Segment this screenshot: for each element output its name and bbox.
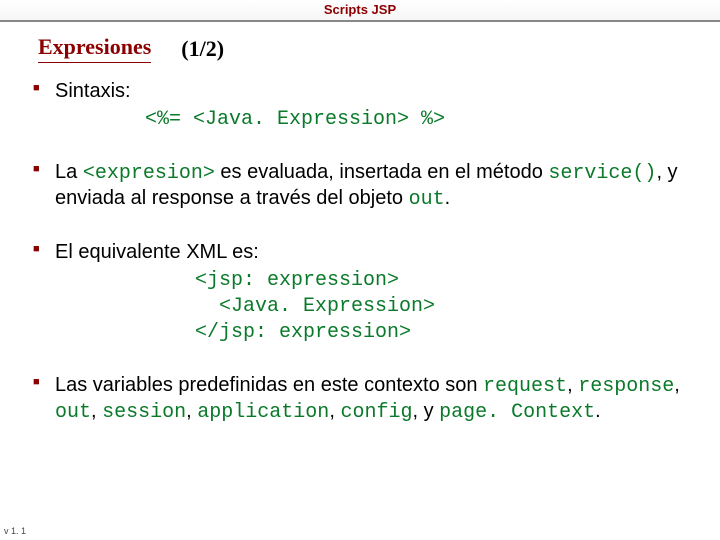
syntax-code: <%= <Java. Expression> %>	[145, 108, 445, 131]
bullet-xml: El equivalente XML es: <jsp: expression>…	[55, 240, 690, 345]
content-area: Sintaxis: <%= <Java. Expression> %> La <…	[0, 69, 720, 425]
slide-title: Expresiones	[38, 34, 151, 63]
bullet-eval-text: La <expresion> es evaluada, insertada en…	[55, 161, 678, 209]
bullet-vars: Las variables predefinidas en este conte…	[55, 373, 690, 425]
bullet-syntax: Sintaxis: <%= <Java. Expression> %>	[55, 79, 690, 132]
slide: Scripts JSP Expresiones (1/2) Sintaxis: …	[0, 0, 720, 540]
bullet-syntax-label: Sintaxis:	[55, 80, 131, 102]
header-bar: Scripts JSP	[0, 0, 720, 22]
version-label: v 1. 1	[4, 526, 26, 536]
bullet-xml-label: El equivalente XML es:	[55, 241, 259, 263]
xml-code-block: <jsp: expression> <Java. Expression> </j…	[195, 269, 435, 344]
header-bar-title: Scripts JSP	[324, 2, 396, 17]
slide-page-indicator: (1/2)	[181, 36, 224, 62]
title-row: Expresiones (1/2)	[0, 22, 720, 69]
bullet-eval: La <expresion> es evaluada, insertada en…	[55, 160, 690, 212]
bullet-vars-text: Las variables predefinidas en este conte…	[55, 374, 680, 422]
